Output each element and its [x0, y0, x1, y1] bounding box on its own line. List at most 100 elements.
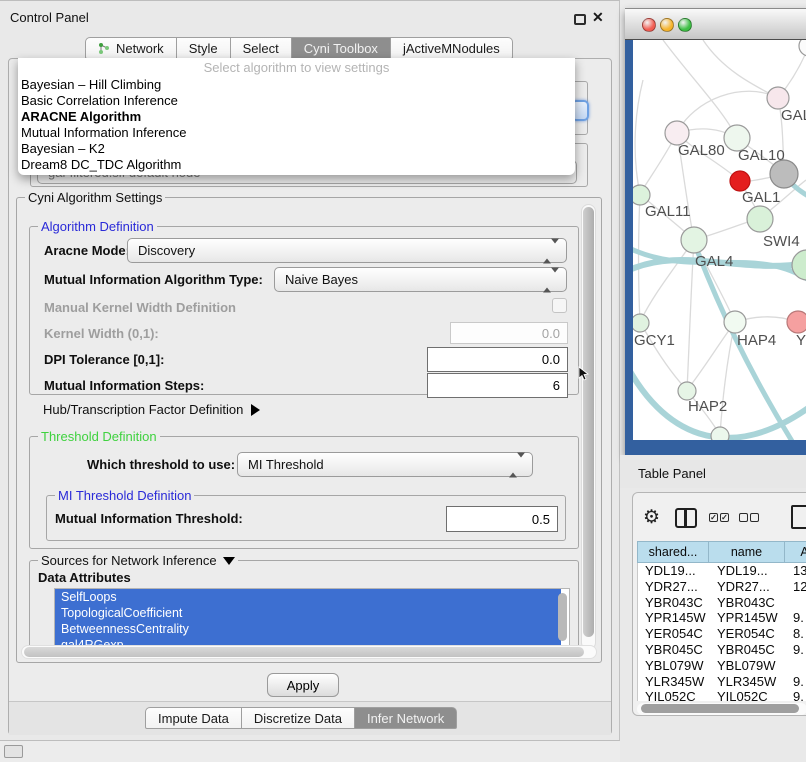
network-node-gal4[interactable]	[681, 227, 707, 253]
network-edge[interactable]	[677, 91, 778, 133]
apply-button[interactable]: Apply	[267, 673, 339, 697]
tab-style[interactable]: Style	[177, 37, 231, 59]
algorithm-definition-title: Algorithm Definition	[38, 219, 157, 234]
network-node-hap4[interactable]	[724, 311, 746, 333]
mi-steps-field[interactable]: 6	[427, 373, 568, 398]
tab-jactivemnodules[interactable]: jActiveMNodules	[391, 37, 513, 59]
table-row[interactable]: YBL079WYBL079W	[638, 658, 806, 674]
network-node-gal7[interactable]	[767, 87, 789, 109]
algorithm-list: Bayesian – Hill ClimbingBasic Correlatio…	[18, 77, 575, 173]
algorithm-menu-item[interactable]: Basic Correlation Inference	[18, 93, 575, 109]
network-edge[interactable]	[639, 194, 641, 322]
network-edge[interactable]	[635, 80, 643, 194]
close-icon[interactable]: ✕	[592, 9, 604, 26]
mi-type-combobox[interactable]: Naive Bayes	[274, 267, 567, 292]
tab-discretize-data[interactable]: Discretize Data	[242, 707, 355, 729]
network-canvas[interactable]: GAL7GAL80GAL10GAL1GAL11SWI4GAL4GCY1HAP4Y…	[633, 40, 806, 440]
algorithm-menu-item[interactable]: ARACNE Algorithm	[18, 109, 575, 125]
network-node[interactable]	[730, 171, 750, 191]
network-edge[interactable]	[703, 40, 778, 98]
table-row[interactable]: YBR043CYBR043C	[638, 595, 806, 611]
table-cell: 9.	[786, 610, 806, 626]
algorithm-menu-item[interactable]: Bayesian – K2	[18, 141, 575, 157]
bottom-tabbar: Impute DataDiscretize Data Infer Network	[145, 707, 457, 729]
tab-label: Select	[243, 41, 279, 56]
algorithm-menu-item[interactable]: Dream8 DC_TDC Algorithm	[18, 157, 575, 173]
table-cell: YER054C	[710, 626, 786, 642]
network-node-gcy1[interactable]	[633, 314, 649, 332]
tab-select[interactable]: Select	[231, 37, 292, 59]
node-label: HAP4	[737, 332, 776, 349]
network-node-gal1[interactable]	[747, 206, 773, 232]
gear-icon[interactable]: ⚙	[643, 506, 660, 529]
collapsed-panel-button[interactable]	[4, 745, 23, 758]
settings-group-title: Cyni Algorithm Settings	[25, 190, 165, 205]
network-node[interactable]	[711, 427, 729, 440]
kernel-width-field[interactable]: 0.0	[450, 322, 568, 344]
which-threshold-combobox[interactable]: MI Threshold	[237, 452, 533, 477]
table-cell: YBR045C	[710, 642, 786, 658]
kernel-width-label: Kernel Width (0,1):	[44, 326, 159, 341]
tab-network[interactable]: Network	[85, 37, 177, 59]
mi-threshold-field[interactable]: 0.5	[446, 506, 558, 532]
table-horizontal-scrollbar[interactable]	[637, 703, 806, 715]
table-row[interactable]: YIL052CYIL052C9.	[638, 689, 806, 701]
table-row[interactable]: YLR345WYLR345W9.	[638, 674, 806, 690]
column-header-2[interactable]: name	[709, 541, 785, 563]
table-cell: YPR145W	[710, 610, 786, 626]
algorithm-select-popup: Select algorithm to view settings Bayesi…	[18, 58, 575, 175]
stepper-icon	[543, 243, 559, 258]
sources-collapser[interactable]: Sources for Network Inference	[38, 553, 238, 568]
network-edge[interactable]	[687, 322, 735, 390]
deselect-all-icon[interactable]	[739, 513, 759, 522]
table-body: YDL19...YDL19...13YDR27...YDR27...12YBR0…	[637, 563, 806, 701]
manual-kernel-checkbox[interactable]	[552, 298, 567, 313]
triangle-down-icon	[223, 557, 235, 565]
column-header-3[interactable]: A	[785, 541, 806, 563]
attribute-item[interactable]: SelfLoops	[55, 589, 561, 605]
table-row[interactable]: YDL19...YDL19...13	[638, 563, 806, 579]
column-header-1[interactable]: shared...	[637, 541, 709, 563]
network-view-window[interactable]: GAL7GAL80GAL10GAL1GAL11SWI4GAL4GCY1HAP4Y…	[625, 8, 806, 455]
algorithm-menu-item[interactable]: Mutual Information Inference	[18, 125, 575, 141]
attribute-item[interactable]: BetweennessCentrality	[55, 621, 561, 637]
tab-infer-network[interactable]: Infer Network	[355, 707, 457, 729]
network-edge[interactable]	[640, 240, 694, 322]
aracne-mode-combobox[interactable]: Discovery	[127, 238, 567, 263]
network-node-y[interactable]	[787, 311, 806, 333]
which-threshold-value: MI Threshold	[248, 457, 324, 472]
network-node-swi4[interactable]	[792, 250, 806, 280]
table-cell	[786, 658, 806, 674]
node-label: Y	[796, 332, 806, 349]
network-node-gal11[interactable]	[633, 185, 650, 205]
table-row[interactable]: YBR045CYBR045C9.	[638, 642, 806, 658]
close-traffic-light[interactable]	[642, 18, 656, 32]
tab-label: Style	[189, 41, 218, 56]
sources-title: Sources for Network Inference	[41, 553, 217, 568]
algorithm-menu-item[interactable]: Bayesian – Hill Climbing	[18, 77, 575, 93]
table-row[interactable]: YPR145WYPR145W9.	[638, 610, 806, 626]
network-node[interactable]	[799, 40, 806, 56]
table-panel: ⚙ ✓✓ shared...nameA YDL19...YDL19...13YD…	[632, 492, 806, 716]
table-row[interactable]: YDR27...YDR27...12	[638, 579, 806, 595]
select-all-icon[interactable]: ✓✓	[709, 513, 729, 522]
attribute-item[interactable]: TopologicalCoefficient	[55, 605, 561, 621]
table-cell: YBR045C	[638, 642, 710, 658]
attr-list-scrollbar[interactable]	[557, 591, 568, 651]
table-row[interactable]: YER054CYER054C8.	[638, 626, 806, 642]
float-panel-icon[interactable]	[574, 14, 586, 25]
hub-definition-expander[interactable]: Hub/Transcription Factor Definition	[43, 402, 260, 417]
function-builder-icon[interactable]	[791, 505, 806, 529]
dpi-tolerance-field[interactable]: 0.0	[427, 347, 568, 372]
settings-horizontal-scrollbar[interactable]	[21, 645, 597, 659]
zoom-traffic-light[interactable]	[678, 18, 692, 32]
tab-cyni-toolbox[interactable]: Cyni Toolbox	[292, 37, 391, 59]
minimize-traffic-light[interactable]	[660, 18, 674, 32]
column-layout-icon[interactable]	[675, 508, 697, 528]
network-node[interactable]	[770, 160, 798, 188]
network-window-titlebar[interactable]	[625, 8, 806, 40]
tab-label: Infer Network	[367, 711, 444, 726]
tab-impute-data[interactable]: Impute Data	[145, 707, 242, 729]
tab-label: jActiveMNodules	[403, 41, 500, 56]
settings-vertical-scrollbar[interactable]	[581, 204, 596, 650]
